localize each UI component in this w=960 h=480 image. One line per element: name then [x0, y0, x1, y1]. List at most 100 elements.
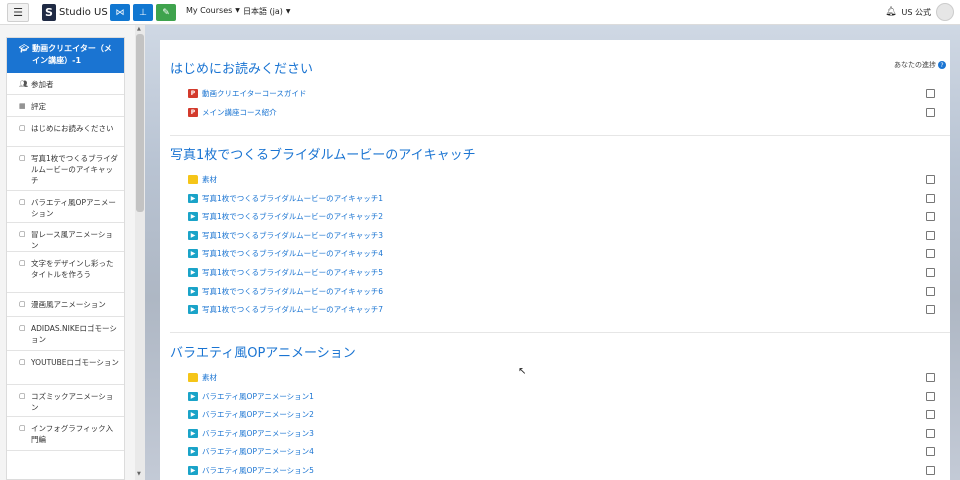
- drawer-item[interactable]: ▢ 文字をデザインし彩ったタイトルを作ろう: [7, 252, 124, 293]
- avatar[interactable]: [936, 3, 954, 21]
- completion-checkbox[interactable]: [926, 428, 935, 438]
- pdf-icon: P: [188, 89, 198, 98]
- completion-checkbox[interactable]: [926, 373, 935, 382]
- drawer-item[interactable]: ▢ 冒レース風アニメーション: [7, 223, 124, 252]
- activity-link[interactable]: ▶ バラエティ風OPアニメーション4: [188, 446, 314, 457]
- video-icon: ▶: [188, 447, 198, 457]
- activity-label: バラエティ風OPアニメーション3: [202, 428, 314, 438]
- video-icon: ▶: [188, 305, 198, 315]
- caret-down-icon: ▼: [285, 8, 291, 15]
- completion-checkbox[interactable]: [926, 107, 935, 117]
- video-icon: ▶: [188, 286, 198, 296]
- folder-icon: ▢: [19, 300, 26, 308]
- language-menu[interactable]: 日本語 (ja) ▼: [243, 6, 291, 17]
- drawer-item[interactable]: ▢ コズミックアニメーション: [7, 385, 124, 417]
- drawer-item[interactable]: ▢ はじめにお読みください: [7, 117, 124, 147]
- folder-icon: ▢: [19, 230, 26, 238]
- scroll-up-icon[interactable]: ▲: [137, 26, 141, 32]
- activity-label: 写真1枚でつくるブライダルムービーのアイキャッチ6: [202, 286, 384, 296]
- hierarchy-button[interactable]: ⊥: [133, 4, 153, 21]
- section-divider: [170, 332, 950, 333]
- activity-link[interactable]: ▶ 写真1枚でつくるブライダルムービーのアイキャッチ4: [188, 248, 383, 259]
- edit-button[interactable]: ✎: [156, 4, 176, 21]
- my-courses-label: My Courses: [186, 6, 233, 15]
- activity-link[interactable]: ▶ バラエティ風OPアニメーション3: [188, 428, 314, 439]
- activity-link[interactable]: ▶ バラエティ風OPアニメーション5: [188, 465, 314, 476]
- completion-checkbox[interactable]: [926, 447, 935, 457]
- video-icon: ▶: [188, 193, 198, 203]
- section-title[interactable]: はじめにお読みください: [170, 58, 313, 77]
- completion-checkbox[interactable]: [926, 268, 935, 277]
- activity-link[interactable]: ▶ 写真1枚でつくるブライダルムービーのアイキャッチ7: [188, 304, 383, 315]
- drawer-item-label: 文字をデザインし彩ったタイトルを作ろう: [31, 259, 114, 279]
- my-courses-menu[interactable]: My Courses ▼: [186, 6, 240, 15]
- completion-checkbox[interactable]: [926, 89, 935, 98]
- completion-checkbox[interactable]: [926, 391, 935, 401]
- activity-label: 写真1枚でつくるブライダルムービーのアイキャッチ1: [202, 193, 384, 203]
- activity-label: メイン講座コース紹介: [202, 107, 277, 117]
- users-icon: 👥︎: [19, 80, 28, 88]
- folder-icon: ■: [188, 175, 198, 184]
- drawer-item-label: 冒レース風アニメーション: [31, 230, 113, 250]
- sitemap-icon: ⊥: [139, 7, 147, 18]
- section-title[interactable]: 写真1枚でつくるブライダルムービーのアイキャッチ: [170, 144, 476, 163]
- activity-link[interactable]: ■ 素材: [188, 372, 217, 383]
- nav-drawer: 🎓︎ 動画クリエイター（メイン講座）-1 👥︎ 参加者 ▦ 評定 ▢ はじめにお読みくださ…: [0, 25, 145, 480]
- hamburger-menu-button[interactable]: ☰: [7, 3, 29, 22]
- activity-link[interactable]: ▶ 写真1枚でつくるブライダルムービーのアイキャッチ6: [188, 286, 383, 297]
- drawer-item[interactable]: ▢ ADIDAS.NIKEロゴモーション: [7, 317, 124, 351]
- video-icon: ▶: [188, 230, 198, 240]
- video-icon: ▶: [188, 428, 198, 438]
- folder-icon: ▢: [19, 358, 26, 366]
- completion-checkbox[interactable]: [926, 286, 935, 296]
- folder-icon: ▢: [19, 198, 26, 206]
- drawer-item-label: 動画クリエイター（メイン講座）-1: [32, 44, 112, 65]
- site-brand[interactable]: S Studio US: [42, 4, 108, 21]
- drawer-scrollbar[interactable]: ▲ ▼: [135, 25, 145, 480]
- activity-link[interactable]: ▶ 写真1枚でつくるブライダルムービーのアイキャッチ2: [188, 211, 383, 222]
- user-name: US 公式: [901, 7, 931, 17]
- drawer-item[interactable]: ▢ インフォグラフィック入門編: [7, 417, 124, 451]
- scrollbar-thumb[interactable]: [136, 34, 144, 212]
- drawer-item[interactable]: 👥︎ 参加者: [7, 73, 124, 95]
- drawer-item-active-course[interactable]: 🎓︎ 動画クリエイター（メイン講座）-1: [7, 38, 124, 73]
- activity-link[interactable]: P メイン講座コース紹介: [188, 107, 277, 118]
- completion-checkbox[interactable]: [926, 212, 935, 222]
- drawer-item-label: YOUTUBEロゴモーション: [31, 358, 119, 367]
- activity-label: 素材: [202, 175, 217, 184]
- completion-checkbox[interactable]: [926, 305, 935, 315]
- brand-name: Studio US: [59, 7, 108, 18]
- drawer-list: 🎓︎ 動画クリエイター（メイン講座）-1 👥︎ 参加者 ▦ 評定 ▢ はじめにお読みくださ…: [6, 37, 125, 480]
- drawer-item[interactable]: ▢ 写真1枚でつくるブライダルムービーのアイキャッチ: [7, 147, 124, 191]
- bell-icon[interactable]: 🔔︎: [885, 7, 896, 17]
- drawer-item[interactable]: ▢ YOUTUBEロゴモーション: [7, 351, 124, 385]
- activity-link[interactable]: ■ 素材: [188, 174, 217, 185]
- drawer-item[interactable]: ▢ 漫画風アニメーション: [7, 293, 124, 317]
- activity-link[interactable]: ▶ 写真1枚でつくるブライダルムービーのアイキャッチ3: [188, 230, 383, 241]
- drawer-item-label: はじめにお読みください: [31, 124, 114, 133]
- completion-checkbox[interactable]: [926, 230, 935, 240]
- help-icon[interactable]: ?: [938, 61, 946, 69]
- activity-link[interactable]: P 動画クリエイターコースガイド: [188, 88, 306, 99]
- completion-checkbox[interactable]: [926, 175, 935, 184]
- user-menu[interactable]: 🔔︎ US 公式: [885, 3, 954, 21]
- activity-link[interactable]: ▶ バラエティ風OPアニメーション1: [188, 391, 314, 402]
- progress-label-text: あなたの進捗: [894, 61, 936, 69]
- completion-checkbox[interactable]: [926, 410, 935, 420]
- scroll-down-icon[interactable]: ▼: [137, 471, 141, 477]
- activity-link[interactable]: ▶ 写真1枚でつくるブライダルムービーのアイキャッチ5: [188, 267, 383, 278]
- drawer-item[interactable]: ▦ 評定: [7, 95, 124, 117]
- language-label: 日本語 (ja): [243, 7, 283, 16]
- connections-button[interactable]: ⋈: [110, 4, 130, 21]
- activity-link[interactable]: ▶ バラエティ風OPアニメーション2: [188, 409, 314, 420]
- section-title[interactable]: バラエティ風OPアニメーション: [170, 342, 356, 361]
- completion-checkbox[interactable]: [926, 466, 935, 475]
- drawer-item[interactable]: ▢ バラエティ風OPアニメーション: [7, 191, 124, 223]
- activity-label: 写真1枚でつくるブライダルムービーのアイキャッチ4: [202, 249, 384, 259]
- completion-checkbox[interactable]: [926, 193, 935, 203]
- progress-label: あなたの進捗 ?: [894, 60, 946, 70]
- folder-icon: ▢: [19, 424, 26, 432]
- activity-link[interactable]: ▶ 写真1枚でつくるブライダルムービーのアイキャッチ1: [188, 193, 383, 204]
- completion-checkbox[interactable]: [926, 249, 935, 259]
- video-icon: ▶: [188, 391, 198, 401]
